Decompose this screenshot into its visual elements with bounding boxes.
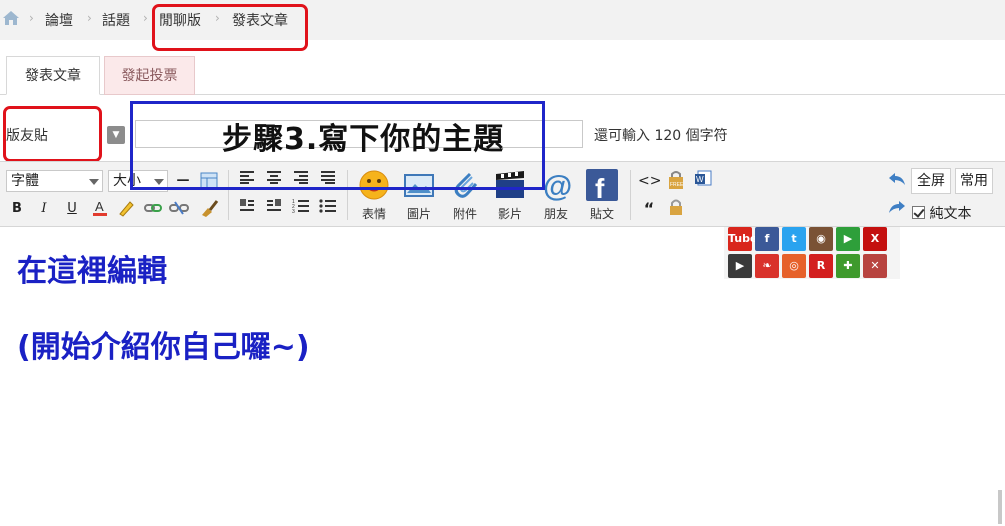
attachment-label: 附件 <box>452 207 477 221</box>
fullscreen-button[interactable]: 全屏 <box>911 168 951 194</box>
breadcrumb-bar: › 論壇 › 話題 › 閒聊版 › 發表文章 <box>0 0 1005 40</box>
facebook-share-icon[interactable]: f <box>755 227 779 251</box>
r-icon[interactable]: R <box>809 254 833 278</box>
free-tag-icon[interactable]: FREE <box>665 170 687 192</box>
svg-text:@: @ <box>543 170 572 202</box>
annotation-type-highlight <box>3 106 102 162</box>
logo-icon[interactable]: ❧ <box>755 254 779 278</box>
plain-text-checkbox[interactable] <box>912 206 925 219</box>
word-paste-icon[interactable]: W <box>692 170 714 192</box>
breadcrumb-separator: › <box>87 11 92 25</box>
svg-text:FREE: FREE <box>670 182 684 188</box>
dropdown-arrow-icon[interactable]: ▼ <box>107 126 125 144</box>
x-box-icon[interactable]: ✕ <box>863 254 887 278</box>
code-icon[interactable]: <> <box>638 170 661 192</box>
underline-button[interactable]: U <box>61 198 83 220</box>
tab-post-article[interactable]: 發表文章 <box>6 56 100 95</box>
svg-text:W: W <box>696 175 704 184</box>
twitter-icon[interactable]: t <box>782 227 806 251</box>
quote-icon[interactable]: “ <box>638 198 660 220</box>
share-icon-grid: Tube f t ◉ ▶ X ▶ ❧ ◎ R ✚ ✕ <box>724 227 900 279</box>
play-icon[interactable]: ▶ <box>836 227 860 251</box>
home-icon[interactable] <box>2 10 20 26</box>
breadcrumb-separator: › <box>29 11 34 25</box>
editor-scrollbar[interactable] <box>998 490 1002 524</box>
lock-icon[interactable] <box>665 198 687 220</box>
close-x-icon[interactable]: X <box>863 227 887 251</box>
post-label: 貼文 <box>589 207 614 221</box>
svg-text:f: f <box>595 173 605 202</box>
share-facebook-button[interactable]: f 貼文 <box>581 168 623 224</box>
annotation-board-highlight <box>152 4 308 51</box>
instagram-icon[interactable]: ◉ <box>809 227 833 251</box>
ordered-list-icon[interactable]: 123 <box>290 198 312 220</box>
video-label: 影片 <box>497 207 522 221</box>
youtube-icon[interactable]: Tube <box>728 227 757 251</box>
editor-content-line-1[interactable]: 在這裡編輯 <box>17 246 167 290</box>
float-right-icon[interactable] <box>263 198 285 220</box>
svg-text:A: A <box>95 199 104 214</box>
redo-icon[interactable] <box>886 198 908 220</box>
svg-text:3: 3 <box>292 209 295 214</box>
puzzle-icon[interactable]: ✚ <box>836 254 860 278</box>
breadcrumb-separator: › <box>143 11 148 25</box>
clear-format-icon[interactable] <box>198 198 220 220</box>
highlight-icon[interactable] <box>115 198 137 220</box>
plain-text-toggle[interactable]: 純文本 <box>912 203 971 223</box>
breadcrumb-topic[interactable]: 話題 <box>102 10 130 30</box>
toolbar-divider <box>630 170 631 220</box>
char-remaining-counter: 還可輸入 120 個字符 <box>594 128 728 144</box>
bold-button[interactable]: B <box>6 198 28 220</box>
italic-button[interactable]: I <box>33 198 55 220</box>
unordered-list-icon[interactable] <box>317 198 339 220</box>
common-button[interactable]: 常用 <box>955 168 993 194</box>
friend-label: 朋友 <box>543 207 568 221</box>
float-left-icon[interactable] <box>236 198 258 220</box>
link-icon[interactable] <box>142 198 164 220</box>
font-family-label: 字體 <box>11 173 39 189</box>
breadcrumb-forum[interactable]: 論壇 <box>45 10 73 30</box>
facebook-icon: f <box>586 169 618 202</box>
text-color-icon[interactable]: A <box>89 198 111 220</box>
editor-content-line-2[interactable]: (開始介紹你自己囉~) <box>17 322 310 366</box>
unlink-icon[interactable] <box>168 198 190 220</box>
annotation-step-text: 步驟3.寫下你的主題 <box>222 122 505 157</box>
tab-start-poll[interactable]: 發起投票 <box>104 56 195 95</box>
undo-icon[interactable] <box>886 170 908 192</box>
emoticon-label: 表情 <box>361 207 386 221</box>
weibo-icon[interactable]: ◎ <box>782 254 806 278</box>
font-family-select[interactable]: 字體 <box>6 170 103 192</box>
image-label: 圖片 <box>406 207 431 221</box>
video-play-icon[interactable]: ▶ <box>728 254 752 278</box>
plain-text-label: 純文本 <box>929 206 972 222</box>
